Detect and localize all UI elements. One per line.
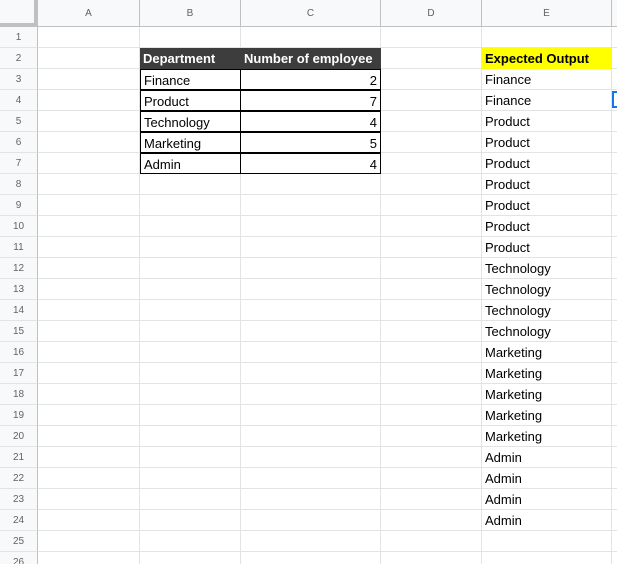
column-header-c[interactable]: C xyxy=(241,0,381,27)
row-header[interactable]: 17 xyxy=(0,363,38,384)
row-header[interactable]: 21 xyxy=(0,447,38,468)
expected-output-cell[interactable]: Admin xyxy=(482,447,612,468)
expected-output-cell[interactable]: Product xyxy=(482,111,612,132)
expected-output-cell[interactable]: Finance xyxy=(482,90,612,111)
expected-output-header[interactable]: Expected Output xyxy=(482,48,612,69)
row-header[interactable]: 16 xyxy=(0,342,38,363)
table-header-department[interactable]: Department xyxy=(140,48,241,69)
row-header[interactable]: 12 xyxy=(0,258,38,279)
expected-output-cell[interactable]: Technology xyxy=(482,321,612,342)
expected-output-cell[interactable]: Admin xyxy=(482,489,612,510)
expected-output-cell[interactable]: Marketing xyxy=(482,405,612,426)
table-cell-department[interactable]: Admin xyxy=(140,153,241,174)
row-header[interactable]: 10 xyxy=(0,216,38,237)
row-header[interactable]: 6 xyxy=(0,132,38,153)
gridline xyxy=(38,551,617,552)
table-header-count[interactable]: Number of employee xyxy=(241,48,381,69)
column-header-a[interactable]: A xyxy=(38,0,140,27)
table-cell-department[interactable]: Finance xyxy=(140,69,241,90)
row-header[interactable]: 24 xyxy=(0,510,38,531)
row-header[interactable]: 25 xyxy=(0,531,38,552)
expected-output-cell[interactable]: Admin xyxy=(482,510,612,531)
row-header[interactable]: 9 xyxy=(0,195,38,216)
column-header-b[interactable]: B xyxy=(140,0,241,27)
row-header[interactable]: 7 xyxy=(0,153,38,174)
table-cell-count[interactable]: 7 xyxy=(240,90,381,111)
table-cell-count[interactable]: 4 xyxy=(240,153,381,174)
row-header[interactable]: 15 xyxy=(0,321,38,342)
expected-output-cell[interactable]: Admin xyxy=(482,468,612,489)
row-header[interactable]: 13 xyxy=(0,279,38,300)
expected-output-cell[interactable]: Marketing xyxy=(482,384,612,405)
expected-output-cell[interactable]: Marketing xyxy=(482,426,612,447)
row-header[interactable]: 4 xyxy=(0,90,38,111)
expected-output-cell[interactable]: Product xyxy=(482,132,612,153)
row-header[interactable]: 22 xyxy=(0,468,38,489)
expected-output-cell[interactable]: Product xyxy=(482,237,612,258)
expected-output-cell[interactable]: Technology xyxy=(482,300,612,321)
column-header-d[interactable]: D xyxy=(381,0,482,27)
table-cell-count[interactable]: 4 xyxy=(240,111,381,132)
expected-output-cell[interactable]: Marketing xyxy=(482,363,612,384)
row-header[interactable]: 20 xyxy=(0,426,38,447)
row-header[interactable]: 23 xyxy=(0,489,38,510)
row-header[interactable]: 18 xyxy=(0,384,38,405)
expected-output-cell[interactable]: Marketing xyxy=(482,342,612,363)
expected-output-cell[interactable]: Product xyxy=(482,216,612,237)
table-cell-department[interactable]: Technology xyxy=(140,111,241,132)
expected-output-cell[interactable]: Product xyxy=(482,174,612,195)
selection-border xyxy=(612,91,617,108)
expected-output-cell[interactable]: Finance xyxy=(482,69,612,90)
table-cell-department[interactable]: Product xyxy=(140,90,241,111)
row-header[interactable]: 26 xyxy=(0,552,38,564)
table-cell-count[interactable]: 5 xyxy=(240,132,381,153)
row-header[interactable]: 14 xyxy=(0,300,38,321)
table-cell-count[interactable]: 2 xyxy=(240,69,381,90)
column-header-f-partial[interactable] xyxy=(612,0,617,27)
expected-output-cell[interactable]: Technology xyxy=(482,258,612,279)
spreadsheet-grid[interactable]: A B C D E 1 2 3 4 5 6 7 8 9 10 11 12 13 14 15 16 17 18 19 2… xyxy=(0,0,617,564)
row-header[interactable]: 11 xyxy=(0,237,38,258)
expected-output-cell[interactable]: Technology xyxy=(482,279,612,300)
expected-output-cell[interactable]: Product xyxy=(482,153,612,174)
row-header[interactable]: 8 xyxy=(0,174,38,195)
select-all-corner[interactable] xyxy=(0,0,38,27)
row-header[interactable]: 19 xyxy=(0,405,38,426)
column-header-e[interactable]: E xyxy=(482,0,612,27)
row-header[interactable]: 3 xyxy=(0,69,38,90)
row-header[interactable]: 2 xyxy=(0,48,38,69)
row-header[interactable]: 5 xyxy=(0,111,38,132)
table-cell-department[interactable]: Marketing xyxy=(140,132,241,153)
row-header[interactable]: 1 xyxy=(0,27,38,48)
expected-output-cell[interactable]: Product xyxy=(482,195,612,216)
